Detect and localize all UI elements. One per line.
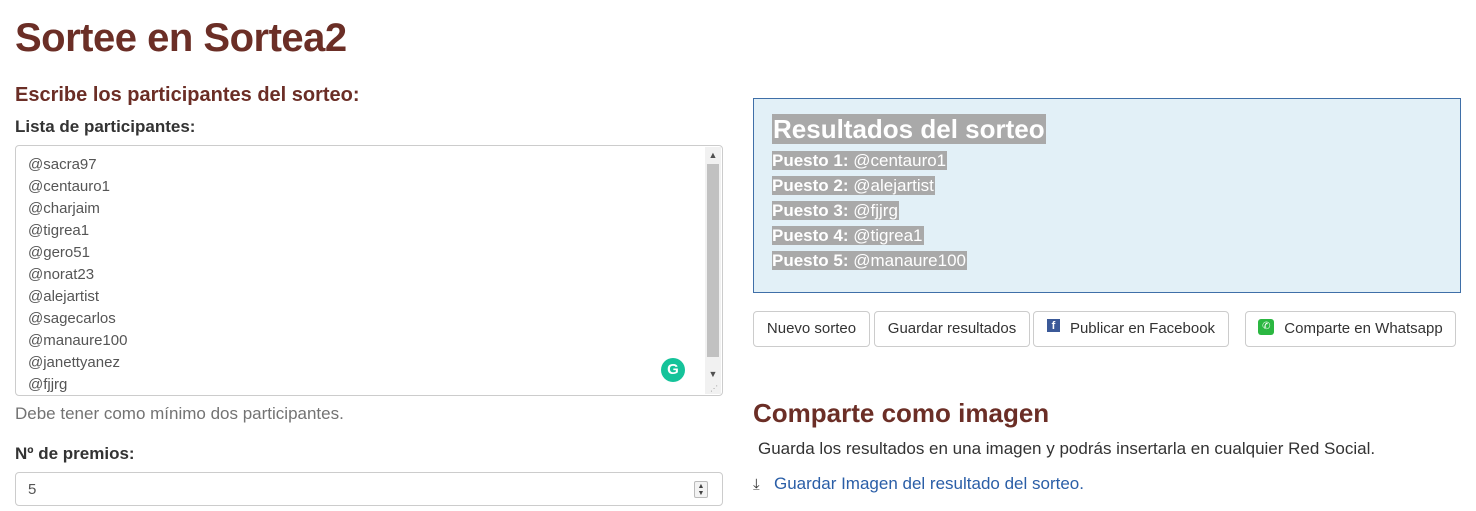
results-list: Puesto 1: @centauro1 Puesto 2: @alejarti…	[772, 150, 967, 275]
prizes-value: 5	[28, 481, 37, 498]
grammarly-icon[interactable]: G	[661, 358, 685, 382]
share-image-title: Comparte como imagen	[753, 398, 1050, 428]
facebook-icon: f	[1046, 319, 1060, 332]
download-image-label: Guardar Imagen del resultado del sorteo.	[774, 474, 1084, 493]
result-winner: @manaure100	[853, 251, 966, 270]
participant-item: @sagecarlos	[28, 310, 116, 327]
save-results-button[interactable]: Guardar resultados	[874, 311, 1030, 347]
result-winner: @fjjrg	[853, 201, 898, 220]
result-item: Puesto 2: @alejartist	[772, 175, 967, 200]
result-item: Puesto 5: @manaure100	[772, 250, 967, 275]
result-item: Puesto 4: @tigrea1	[772, 225, 967, 250]
participant-item: @janettyanez	[28, 354, 120, 371]
prizes-label: Nº de premios:	[15, 444, 135, 463]
result-place: Puesto 3:	[772, 201, 849, 220]
whatsapp-icon: ✆	[1258, 319, 1275, 335]
scroll-up-icon[interactable]: ▲	[705, 147, 721, 163]
participant-item: @gero51	[28, 244, 90, 261]
textarea-scrollbar[interactable]: ▲ ▼	[705, 147, 721, 394]
new-draw-button[interactable]: Nuevo sorteo	[753, 311, 870, 347]
prizes-number-input[interactable]: 5 ▲ ▼	[15, 472, 723, 506]
results-panel: Resultados del sorteo Puesto 1: @centaur…	[753, 98, 1461, 293]
facebook-share-label: Publicar en Facebook	[1069, 320, 1216, 337]
result-place: Puesto 5:	[772, 251, 849, 270]
page-title: Sortee en Sortea2	[15, 16, 347, 60]
result-winner: @centauro1	[853, 151, 947, 170]
participant-item: @tigrea1	[28, 222, 90, 239]
result-place: Puesto 4:	[772, 226, 849, 245]
participant-item: @sacra97	[28, 156, 97, 173]
scrollbar-thumb[interactable]	[707, 164, 719, 357]
participants-list: @sacra97 @centauro1 @charjaim @tigrea1 @…	[28, 155, 128, 395]
download-icon: ⤓	[753, 476, 760, 493]
facebook-share-button[interactable]: f Publicar en Facebook	[1033, 311, 1229, 347]
scroll-down-icon[interactable]: ▼	[705, 366, 721, 382]
result-winner: @tigrea1	[853, 226, 923, 245]
participants-label: Lista de participantes:	[15, 117, 196, 136]
whatsapp-share-button[interactable]: ✆ Comparte en Whatsapp	[1245, 311, 1456, 347]
download-image-link[interactable]: ⤓ Guardar Imagen del resultado del sorteo…	[753, 474, 1084, 494]
participants-help-text: Debe tener como mínimo dos participantes…	[15, 404, 344, 423]
whatsapp-share-label: Comparte en Whatsapp	[1284, 320, 1443, 337]
participant-item: @norat23	[28, 266, 95, 283]
result-item: Puesto 3: @fjjrg	[772, 200, 967, 225]
result-place: Puesto 2:	[772, 176, 849, 195]
number-spinner-icon[interactable]: ▲ ▼	[694, 481, 708, 498]
participant-item: @alejartist	[28, 288, 100, 305]
result-winner: @alejartist	[853, 176, 934, 195]
result-item: Puesto 1: @centauro1	[772, 150, 967, 175]
results-title: Resultados del sorteo	[772, 114, 1046, 144]
participants-textarea[interactable]: @sacra97 @centauro1 @charjaim @tigrea1 @…	[15, 145, 723, 396]
resize-grip-icon[interactable]: ⋰	[710, 384, 720, 394]
section-subtitle: Escribe los participantes del sorteo:	[15, 84, 360, 106]
participant-item: @manaure100	[28, 332, 128, 349]
participant-item: @charjaim	[28, 200, 100, 217]
share-image-description: Guarda los resultados en una imagen y po…	[758, 439, 1376, 458]
participant-item: @centauro1	[28, 178, 110, 195]
result-place: Puesto 1:	[772, 151, 849, 170]
participant-item: @fjjrg	[28, 376, 68, 393]
